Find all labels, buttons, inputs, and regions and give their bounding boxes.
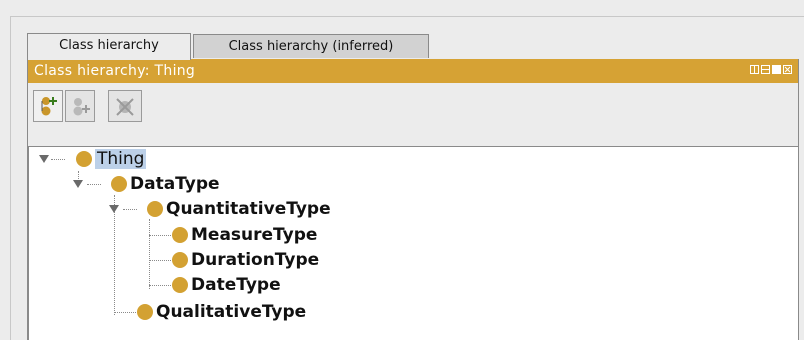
tree-node-label: QualitativeType: [156, 302, 307, 322]
tree-node-label: DurationType: [191, 250, 320, 270]
tree-connector: [114, 312, 136, 313]
expand-toggle-icon[interactable]: [73, 180, 83, 188]
tree-node-thing[interactable]: Thing: [39, 147, 147, 171]
close-icon[interactable]: [783, 65, 792, 74]
tree-node-label: QuantitativeType: [166, 199, 331, 219]
window-left-border: [10, 16, 11, 340]
tree-connector: [149, 285, 171, 286]
class-hierarchy-view: Class hierarchy: Thing Thing DataType Qu…: [27, 59, 799, 340]
tree-connector: [149, 260, 171, 261]
tree-node-measuretype[interactable]: MeasureType: [172, 223, 317, 247]
add-sibling-class-icon: [73, 98, 90, 116]
class-icon: [172, 227, 188, 243]
tab-class-hierarchy[interactable]: Class hierarchy: [27, 33, 191, 60]
tree-node-durationtype[interactable]: DurationType: [172, 248, 319, 272]
tree-node-qualitativetype[interactable]: QualitativeType: [137, 300, 306, 324]
class-icon: [172, 277, 188, 293]
add-subclass-icon: [41, 97, 57, 116]
expand-toggle-icon[interactable]: [39, 155, 49, 163]
view-title: Class hierarchy: Thing: [34, 63, 196, 79]
tree-connector: [149, 235, 171, 236]
class-icon: [137, 304, 153, 320]
delete-class-icon: [116, 98, 134, 116]
tree-node-label: DateType: [191, 275, 281, 295]
window-top-border: [10, 16, 804, 17]
class-icon: [147, 201, 163, 217]
expand-toggle-icon[interactable]: [109, 205, 119, 213]
maximize-icon[interactable]: [772, 65, 781, 74]
view-title-bar: Class hierarchy: Thing: [28, 59, 798, 83]
tree-connector: [149, 219, 150, 289]
class-icon: [76, 151, 92, 167]
view-controls: [750, 65, 792, 74]
add-subclass-button[interactable]: [33, 90, 63, 122]
minimize-icon[interactable]: [761, 65, 770, 74]
tree-node-quantitativetype[interactable]: QuantitativeType: [109, 197, 331, 221]
delete-class-button[interactable]: [108, 90, 142, 122]
tree-node-datatype[interactable]: DataType: [73, 172, 220, 196]
tree-node-label: DataType: [130, 174, 220, 194]
class-icon: [111, 176, 127, 192]
tree-node-label: MeasureType: [191, 225, 318, 245]
add-sibling-class-button[interactable]: [65, 90, 95, 122]
tree-node-label: Thing: [95, 149, 147, 169]
tab-class-hierarchy-inferred[interactable]: Class hierarchy (inferred): [193, 34, 429, 58]
tree-node-datetype[interactable]: DateType: [172, 273, 281, 297]
class-icon: [172, 252, 188, 268]
class-tree[interactable]: Thing DataType QuantitativeType MeasureT…: [28, 146, 798, 340]
split-view-icon[interactable]: [750, 65, 759, 74]
